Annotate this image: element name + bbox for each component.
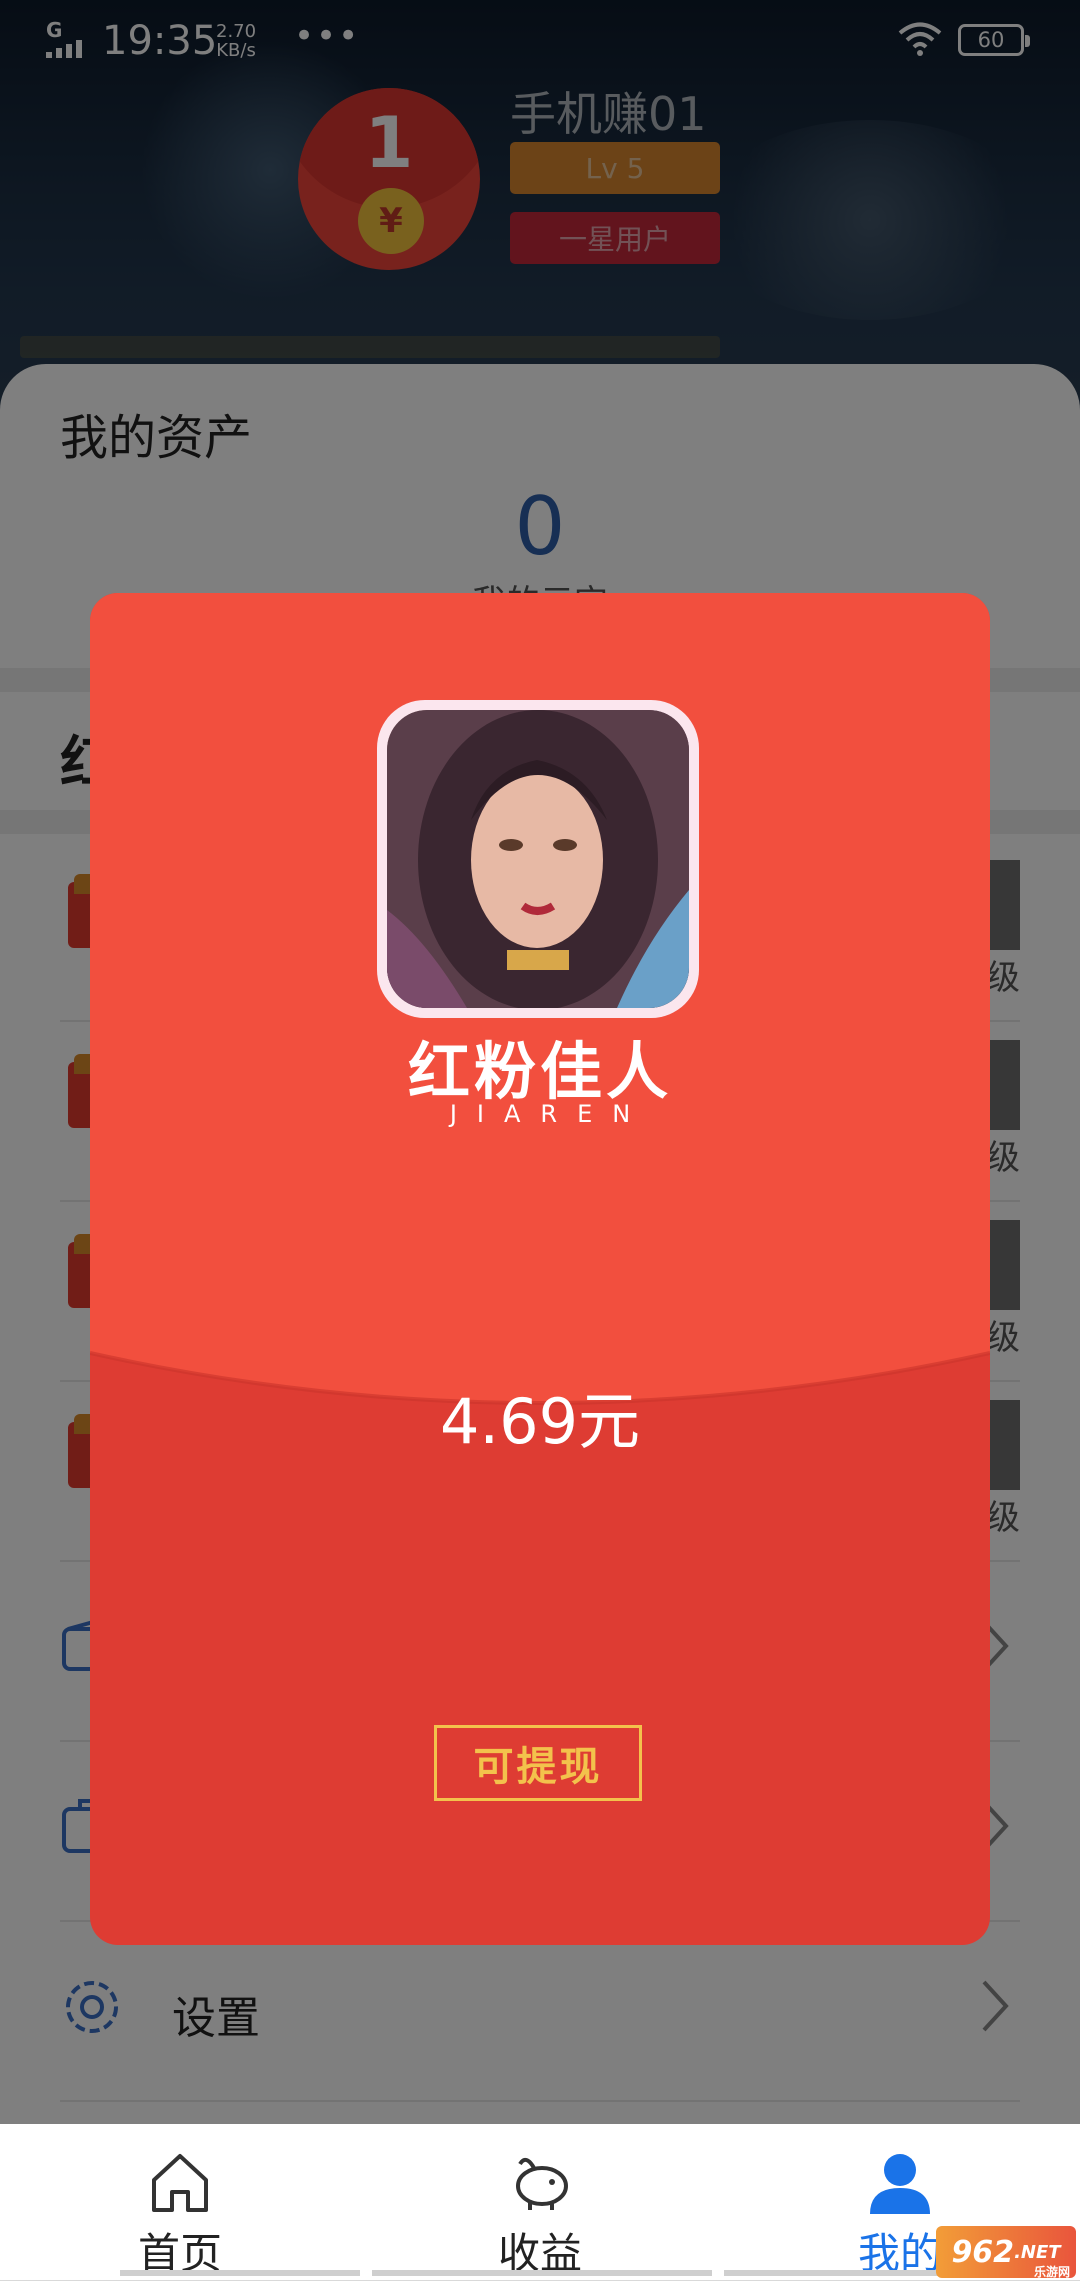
nav-home[interactable]: 首页 <box>0 2124 360 2280</box>
piggy-bank-icon <box>516 2157 568 2210</box>
game-name: 红粉佳人 <box>407 1035 672 1108</box>
game-character-art <box>387 710 689 1008</box>
red-packet-modal: 红粉佳人 JIAREN 4.69元 可提现 <box>90 593 990 1945</box>
site-watermark: 962 .NET 乐游网 <box>936 2226 1076 2279</box>
watermark-text: 962 <box>951 2234 1015 2270</box>
game-app-icon <box>377 700 699 1018</box>
gesture-bar <box>0 2270 1080 2280</box>
home-icon <box>152 2154 208 2212</box>
watermark-sub: 乐游网 <box>1033 2265 1070 2279</box>
game-name-en: JIAREN <box>449 1100 651 1128</box>
withdraw-button[interactable]: 可提现 <box>434 1725 642 1801</box>
watermark-suffix: .NET <box>1014 2241 1061 2263</box>
user-icon <box>870 2154 930 2214</box>
nav-earnings[interactable]: 收益 <box>360 2124 720 2280</box>
reward-amount: 4.69元 <box>439 1385 641 1458</box>
bottom-navigation: 首页 收益 我的 <box>0 2124 1080 2280</box>
